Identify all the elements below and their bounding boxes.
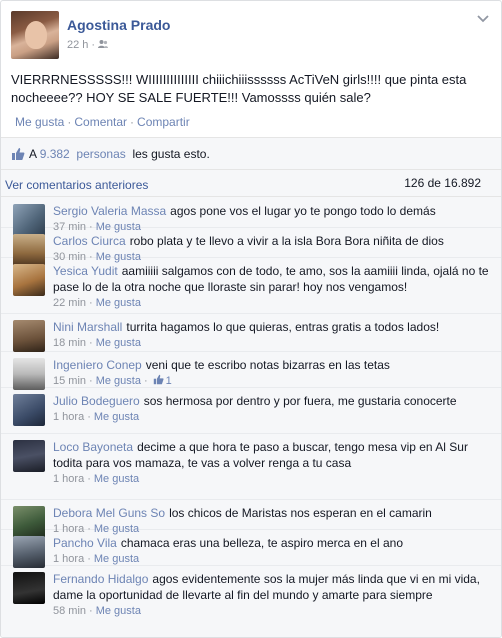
post-meta: 22 h · bbox=[67, 39, 109, 51]
friends-icon bbox=[98, 39, 109, 49]
comment-meta: 1 hora · Me gusta bbox=[53, 551, 491, 567]
feedback-section: A 9.382 personas les gusta esto. Ver com… bbox=[1, 137, 501, 637]
commenter-name[interactable]: Fernando Hidalgo bbox=[53, 572, 148, 586]
comment-body: Pancho Vila chamaca eras una belleza, te … bbox=[53, 535, 491, 567]
comment-meta: 58 min · Me gusta bbox=[53, 603, 491, 619]
comment-time[interactable]: 1 hora bbox=[53, 553, 84, 565]
author-name[interactable]: Agostina Prado bbox=[67, 17, 170, 33]
comment-text: veni que te escribo notas bizarras en la… bbox=[145, 358, 390, 372]
thumbs-up-icon bbox=[11, 147, 25, 161]
comment-text: turrita hagamos lo que quieras, entras g… bbox=[126, 320, 440, 334]
likes-text: A 9.382 personas les gusta esto. bbox=[29, 147, 210, 161]
post-text: VIERRRNESSSSS!!! WIIIIIIIIIIIIII chiiich… bbox=[11, 72, 467, 105]
commenter-name[interactable]: Debora Mel Guns So bbox=[53, 506, 165, 520]
separator-dot: · bbox=[89, 297, 93, 309]
comment-meta: 1 hora · Me gusta bbox=[53, 471, 491, 487]
commenter-name[interactable]: Pancho Vila bbox=[53, 536, 117, 550]
comment-item: Nini Marshall turrita hagamos lo que quie… bbox=[1, 314, 501, 352]
comment-meta: 1 hora · Me gusta bbox=[53, 409, 491, 425]
likes-count[interactable]: 9.382 bbox=[40, 147, 70, 161]
commenter-avatar[interactable] bbox=[13, 572, 45, 604]
chevron-down-icon[interactable] bbox=[477, 15, 489, 25]
author-avatar[interactable] bbox=[11, 11, 59, 59]
like-button[interactable]: Me gusta bbox=[15, 115, 64, 129]
commenter-avatar[interactable] bbox=[13, 536, 45, 568]
comment-text: agos pone vos el lugar yo te pongo todo … bbox=[170, 204, 436, 218]
likes-people[interactable]: personas bbox=[76, 147, 125, 161]
commenter-avatar[interactable] bbox=[13, 440, 45, 472]
comment-item: Loco Bayoneta decime a que hora te paso a… bbox=[1, 434, 501, 500]
separator-dot: · bbox=[87, 553, 91, 565]
comment-item: Julio Bodeguero sos hermosa por dentro y … bbox=[1, 388, 501, 434]
comment-like-button[interactable]: Me gusta bbox=[96, 337, 141, 349]
comment-like-button[interactable]: Me gusta bbox=[96, 375, 141, 387]
post-actions: Me gusta · Comentar · Compartir bbox=[15, 115, 190, 129]
previous-comments-row: Ver comentarios anteriores 126 de 16.892 bbox=[1, 171, 501, 197]
comment-text: sos hermosa por dentro y por fuera, me g… bbox=[143, 394, 457, 408]
likes-suffix: les gusta esto. bbox=[132, 147, 210, 161]
comment-like-button[interactable]: Me gusta bbox=[96, 605, 141, 617]
comment-like-button[interactable]: Me gusta bbox=[94, 411, 139, 423]
comment-body: Yesica Yudit aamiiiii salgamos con de tod… bbox=[53, 263, 491, 311]
separator-dot: · bbox=[143, 375, 148, 387]
comment-like-button[interactable]: Me gusta bbox=[96, 297, 141, 309]
commenter-avatar[interactable] bbox=[13, 320, 45, 352]
facebook-post: Agostina Prado 22 h · VIERRRNESSSSS!!! WI… bbox=[0, 0, 502, 638]
likes-summary: A 9.382 personas les gusta esto. bbox=[1, 138, 501, 170]
comment-body: Nini Marshall turrita hagamos lo que quie… bbox=[53, 319, 491, 351]
commenter-name[interactable]: Sergio Valeria Massa bbox=[53, 204, 166, 218]
share-button[interactable]: Compartir bbox=[137, 115, 190, 129]
separator-dot: · bbox=[87, 473, 91, 485]
comment-item: Sergio Valeria Massa agos pone vos el lug… bbox=[1, 198, 501, 236]
separator-dot: · bbox=[89, 605, 93, 617]
comment-meta: 18 min · Me gusta bbox=[53, 335, 491, 351]
commenter-name[interactable]: Nini Marshall bbox=[53, 320, 122, 334]
comment-time[interactable]: 18 min bbox=[53, 337, 86, 349]
comment-body: Fernando Hidalgo agos evidentemente sos l… bbox=[53, 571, 491, 619]
comment-time[interactable]: 1 hora bbox=[53, 473, 84, 485]
comment-text: chamaca eras una belleza, te aspiro merc… bbox=[120, 536, 403, 550]
comment-item: Fernando Hidalgo agos evidentemente sos l… bbox=[1, 566, 501, 637]
comment-item: Pancho Vila chamaca eras una belleza, te … bbox=[1, 530, 501, 568]
comment-body: Loco Bayoneta decime a que hora te paso a… bbox=[53, 439, 491, 487]
separator-dot: · bbox=[89, 375, 93, 387]
commenter-name[interactable]: Carlos Ciurca bbox=[53, 234, 126, 248]
commenter-name[interactable]: Loco Bayoneta bbox=[53, 440, 133, 454]
post-header: Agostina Prado 22 h · bbox=[11, 11, 491, 63]
comment-like-count[interactable]: 1 bbox=[166, 375, 172, 387]
comment-item: Carlos Ciurca robo plata y te llevo a viv… bbox=[1, 228, 501, 266]
comment-body: Ingeniero Conep veni que te escribo notas… bbox=[53, 357, 491, 389]
comment-time[interactable]: 1 hora bbox=[53, 411, 84, 423]
commenter-avatar[interactable] bbox=[13, 394, 45, 426]
comment-body: Julio Bodeguero sos hermosa por dentro y … bbox=[53, 393, 491, 425]
comment-like-button[interactable]: Me gusta bbox=[94, 553, 139, 565]
view-previous-comments-link[interactable]: Ver comentarios anteriores bbox=[5, 178, 148, 192]
commenter-name[interactable]: Yesica Yudit bbox=[53, 264, 118, 278]
comment-time[interactable]: 15 min bbox=[53, 375, 86, 387]
comment-time[interactable]: 58 min bbox=[53, 605, 86, 617]
comment-time[interactable]: 22 min bbox=[53, 297, 86, 309]
comment-item: Ingeniero Conep veni que te escribo notas… bbox=[1, 352, 501, 390]
commenter-name[interactable]: Julio Bodeguero bbox=[53, 394, 140, 408]
comment-counter: 126 de 16.892 bbox=[404, 176, 481, 190]
comment-like-button[interactable]: Me gusta bbox=[94, 473, 139, 485]
comment-meta: 22 min · Me gusta bbox=[53, 295, 491, 311]
likes-prefix: A bbox=[29, 147, 37, 161]
comment-item: Debora Mel Guns So los chicos de Maristas… bbox=[1, 500, 501, 538]
comment-item: Yesica Yudit aamiiiii salgamos con de tod… bbox=[1, 258, 501, 314]
thumbs-up-icon[interactable] bbox=[153, 374, 164, 385]
separator-dot: · bbox=[87, 411, 91, 423]
commenter-name[interactable]: Ingeniero Conep bbox=[53, 358, 142, 372]
comment-meta: 15 min · Me gusta · 1 bbox=[53, 373, 491, 389]
post-time[interactable]: 22 h bbox=[67, 39, 88, 51]
commenter-avatar[interactable] bbox=[13, 358, 45, 390]
comment-text: los chicos de Maristas nos esperan en el… bbox=[169, 506, 432, 520]
comment-text: robo plata y te llevo a vivir a la isla … bbox=[129, 234, 444, 248]
comment-button[interactable]: Comentar bbox=[74, 115, 127, 129]
comment-text: aamiiiii salgamos con de todo, te amo, s… bbox=[53, 264, 489, 294]
separator-dot: · bbox=[89, 337, 93, 349]
commenter-avatar[interactable] bbox=[13, 264, 45, 296]
